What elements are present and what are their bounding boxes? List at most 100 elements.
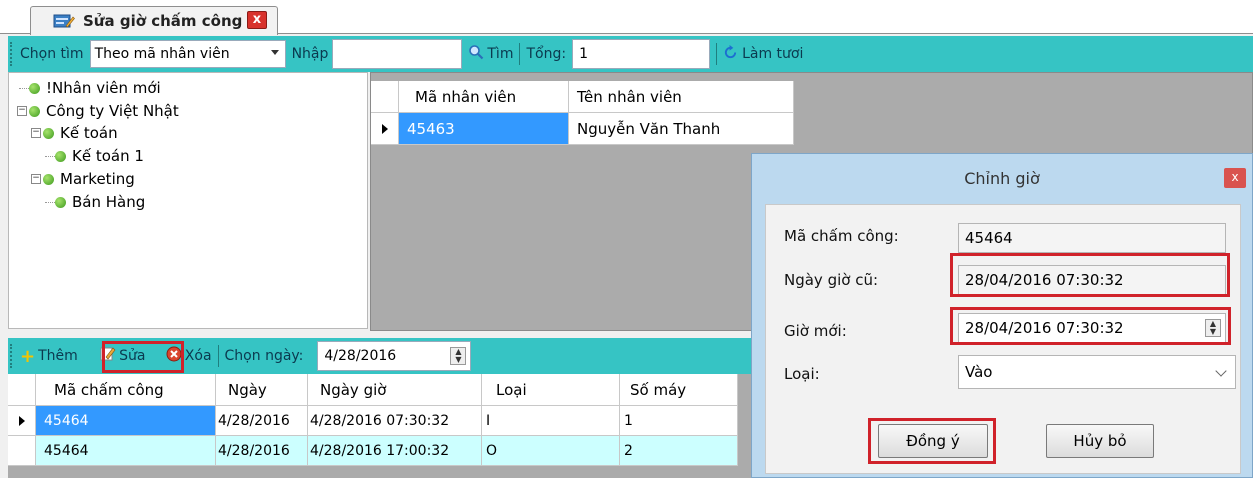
employee-grid-header: Mã nhân viên Tên nhân viên <box>371 81 794 113</box>
old-datetime-label: Ngày giờ cũ: <box>784 271 879 289</box>
row-indicator <box>8 436 36 466</box>
table-row[interactable]: 45464 4/28/2016 4/28/2016 07:30:32 I 1 <box>8 406 738 436</box>
row-header-corner <box>371 81 399 113</box>
add-button-label: Thêm <box>38 348 78 364</box>
search-button-label: Tìm <box>487 46 514 62</box>
tree-node-label: !Nhân viên mới <box>46 79 161 97</box>
column-header-employee-id[interactable]: Mã nhân viên <box>399 81 569 113</box>
tree-node-accounting-1[interactable]: Kế toán 1 <box>45 147 144 165</box>
machine-cell[interactable]: 2 <box>620 436 738 466</box>
input-label: Nhập <box>291 46 329 62</box>
attendance-grid-header: Mã chấm công Ngày Ngày giờ Loại Số máy <box>8 374 738 406</box>
tab-title: Sửa giờ chấm công <box>83 12 243 30</box>
current-row-icon <box>381 123 388 134</box>
plus-icon: + <box>20 345 36 367</box>
tab-edit-attendance[interactable]: Sửa giờ chấm công x <box>30 6 278 35</box>
search-mode-value: Theo mã nhân viên <box>94 46 230 62</box>
machine-cell[interactable]: 1 <box>620 406 738 436</box>
attendance-id-cell[interactable]: 45464 <box>36 406 216 436</box>
cancel-button[interactable]: Hủy bỏ <box>1046 424 1154 458</box>
search-button[interactable]: Tìm <box>468 44 513 64</box>
spinner-icon[interactable]: ▲ ▼ <box>450 347 467 365</box>
column-header-employee-name[interactable]: Tên nhân viên <box>569 81 794 113</box>
tree-node-label: Marketing <box>60 170 135 188</box>
refresh-icon <box>723 44 738 64</box>
attendance-id-cell[interactable]: 45464 <box>36 436 216 466</box>
type-cell[interactable]: O <box>482 436 620 466</box>
tree-connector <box>45 201 55 203</box>
tree-node-new-employees[interactable]: !Nhân viên mới <box>19 79 161 97</box>
type-select[interactable]: Vào <box>958 355 1236 389</box>
department-tree: !Nhân viên mới − Công ty Việt Nhật − Kế to… <box>8 72 368 329</box>
row-indicator <box>8 406 36 436</box>
toolbar-separator <box>217 345 219 367</box>
node-icon <box>29 82 40 94</box>
app-window: Sửa giờ chấm công x Chọn tìm Theo mã nhâ… <box>0 0 1253 478</box>
search-toolbar: Chọn tìm Theo mã nhân viên Nhập Tìm Tổng… <box>8 36 1253 72</box>
column-header-attendance-id[interactable]: Mã chấm công <box>36 374 216 406</box>
toolbar-separator <box>716 43 718 65</box>
collapse-icon[interactable]: − <box>31 174 41 184</box>
toolbar-grip[interactable] <box>10 42 16 66</box>
tab-close-icon[interactable]: x <box>247 11 267 29</box>
dialog-close-icon[interactable]: x <box>1224 168 1246 188</box>
node-icon <box>43 173 54 185</box>
delete-button-label: Xóa <box>184 348 212 364</box>
datetime-cell[interactable]: 4/28/2016 17:00:32 <box>308 436 482 466</box>
node-icon <box>29 105 40 117</box>
row-indicator <box>371 113 399 145</box>
attendance-code-field: 45464 <box>958 223 1226 253</box>
chevron-down-icon <box>1215 365 1227 377</box>
table-row[interactable]: 45463 Nguyễn Văn Thanh <box>371 113 794 145</box>
tree-connector <box>45 155 55 157</box>
toolbar-separator <box>519 43 521 65</box>
tree-node-marketing[interactable]: − Marketing <box>31 170 135 188</box>
date-cell[interactable]: 4/28/2016 <box>216 406 308 436</box>
choose-search-label: Chọn tìm <box>20 46 84 62</box>
chevron-down-icon <box>270 50 279 55</box>
date-cell[interactable]: 4/28/2016 <box>216 436 308 466</box>
total-count-field: 1 <box>572 39 711 69</box>
column-header-type[interactable]: Loại <box>482 374 620 406</box>
employee-id-cell[interactable]: 45463 <box>399 113 569 145</box>
refresh-button-label: Làm tươi <box>742 46 804 62</box>
refresh-button[interactable]: Làm tươi <box>723 44 804 64</box>
add-button[interactable]: + Thêm <box>20 346 78 367</box>
date-picker[interactable]: 4/28/2016 ▲ ▼ <box>317 341 472 371</box>
dialog-title[interactable]: Chỉnh giờ <box>752 154 1252 202</box>
tree-node-label: Kế toán <box>60 124 118 142</box>
tree-node-label: Kế toán 1 <box>72 147 144 165</box>
type-label: Loại: <box>784 365 820 383</box>
highlight-new-time <box>950 307 1231 345</box>
tab-strip: Sửa giờ chấm công x <box>0 0 1253 35</box>
column-header-machine[interactable]: Số máy <box>620 374 738 406</box>
node-icon <box>55 150 66 162</box>
search-input[interactable] <box>332 39 463 69</box>
tree-node-label: Công ty Việt Nhật <box>46 102 179 120</box>
employee-name-cell[interactable]: Nguyễn Văn Thanh <box>569 113 794 145</box>
node-icon <box>55 196 66 208</box>
collapse-icon[interactable]: − <box>17 106 27 116</box>
tree-node-company[interactable]: − Công ty Việt Nhật <box>17 102 179 120</box>
search-mode-select[interactable]: Theo mã nhân viên <box>89 40 286 68</box>
highlight-old-datetime <box>950 253 1230 297</box>
tree-connector <box>19 87 29 89</box>
form-edit-icon <box>53 13 75 29</box>
column-header-date[interactable]: Ngày <box>216 374 308 406</box>
search-icon <box>468 44 484 64</box>
toolbar-grip[interactable] <box>10 344 16 368</box>
new-time-label: Giờ mới: <box>784 322 847 340</box>
row-header-corner <box>8 374 36 406</box>
column-header-datetime[interactable]: Ngày giờ <box>308 374 482 406</box>
date-label: Chọn ngày: <box>224 348 304 364</box>
node-icon <box>43 127 54 139</box>
datetime-cell[interactable]: 4/28/2016 07:30:32 <box>308 406 482 436</box>
attendance-code-label: Mã chấm công: <box>784 227 899 245</box>
current-row-icon <box>18 415 25 426</box>
type-cell[interactable]: I <box>482 406 620 436</box>
table-row[interactable]: 45464 4/28/2016 4/28/2016 17:00:32 O 2 <box>8 436 738 466</box>
collapse-icon[interactable]: − <box>31 128 41 138</box>
tree-node-sales[interactable]: Bán Hàng <box>45 193 145 211</box>
tree-node-accounting[interactable]: − Kế toán <box>31 124 118 142</box>
total-label: Tổng: <box>526 46 567 62</box>
